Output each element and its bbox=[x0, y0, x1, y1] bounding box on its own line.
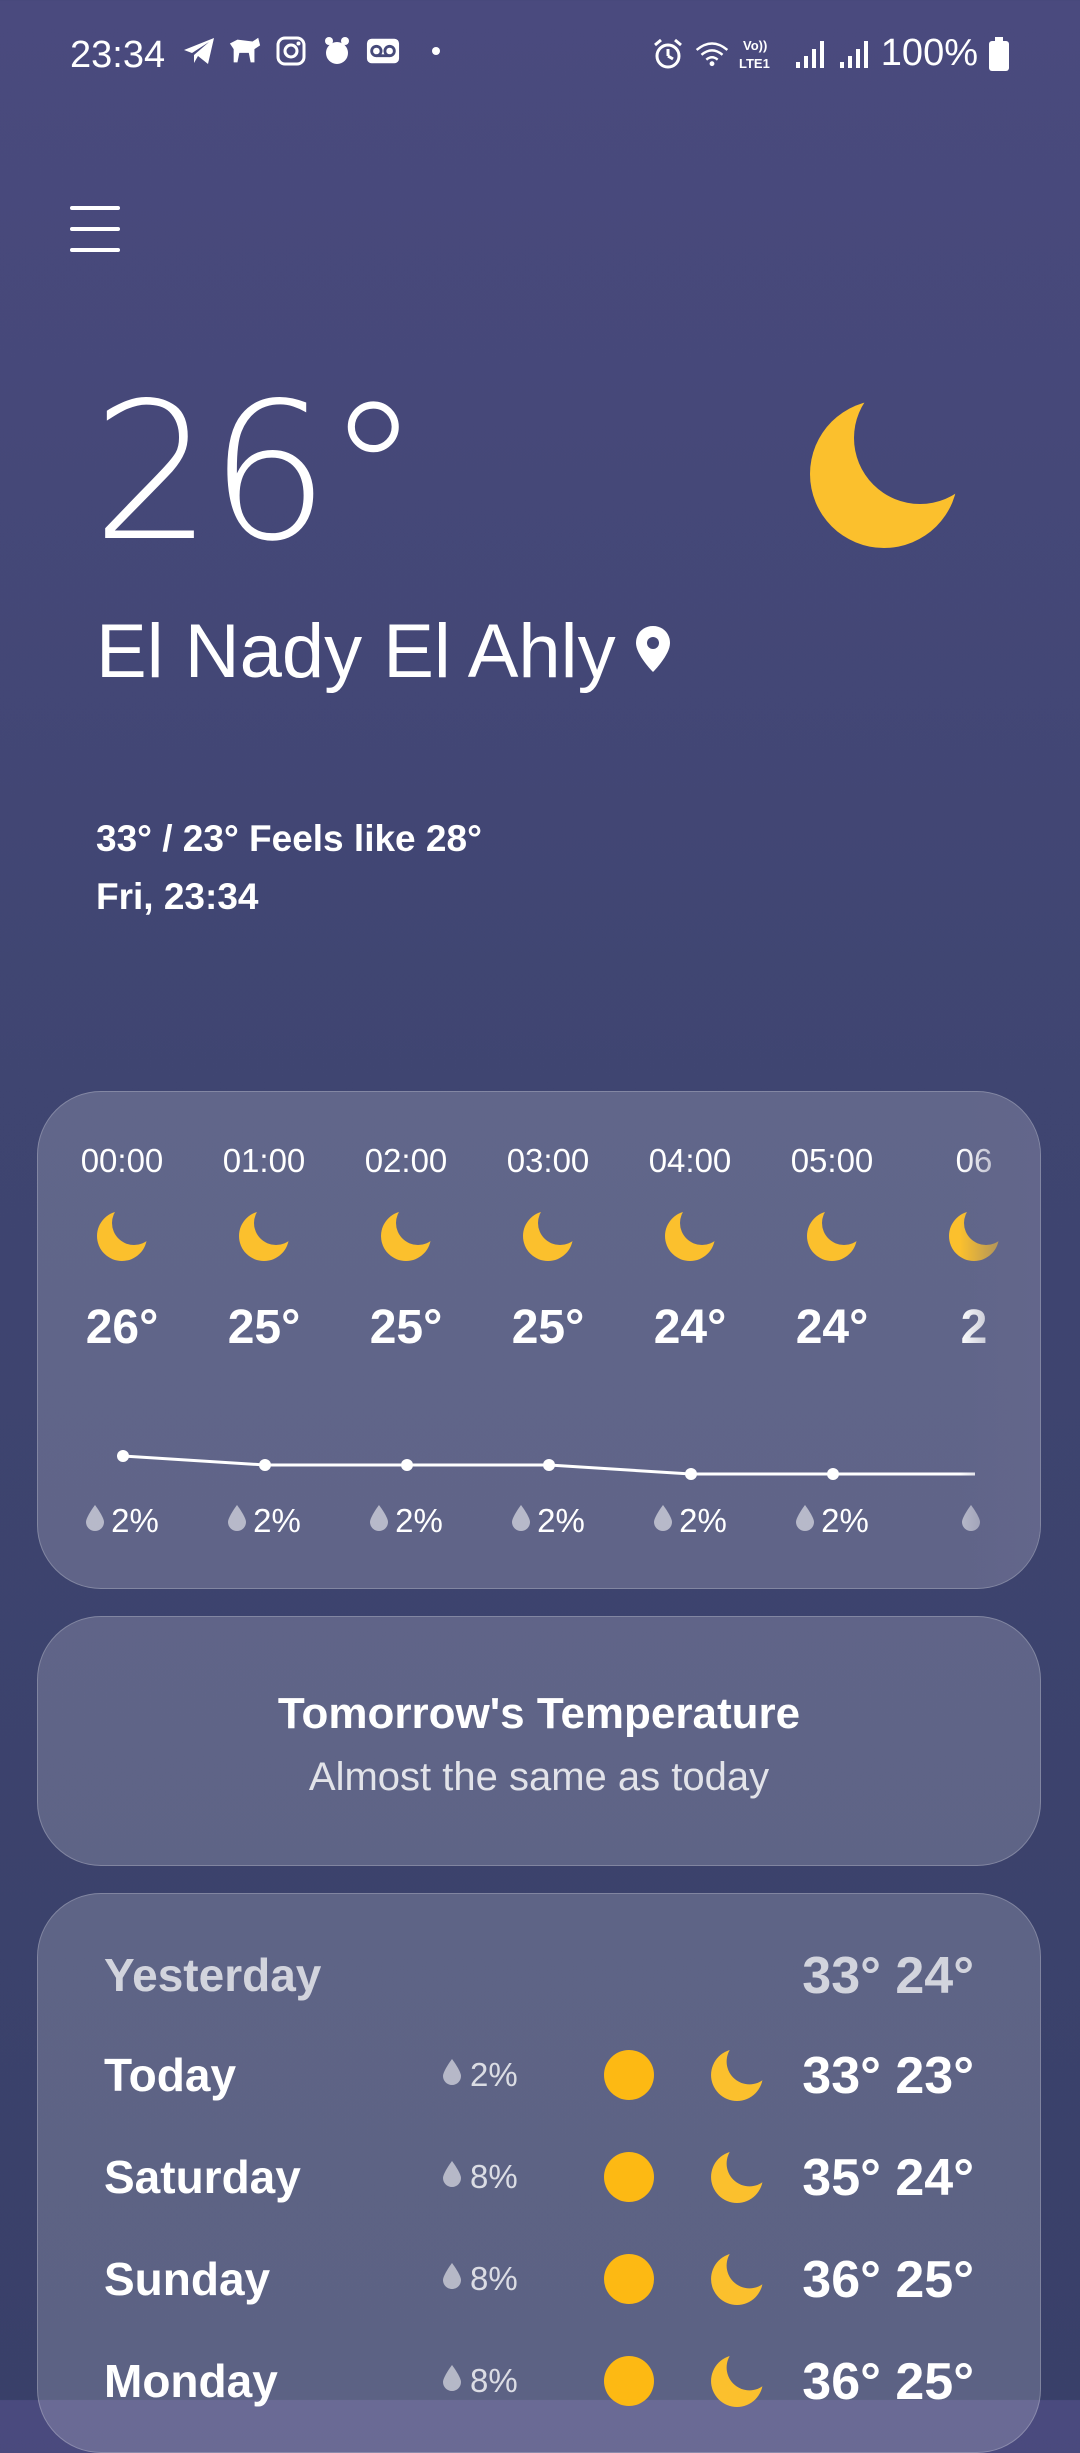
day-temps: 33° 23° bbox=[802, 2047, 974, 2105]
sun-icon bbox=[604, 2356, 654, 2406]
svg-text:LTE1: LTE1 bbox=[739, 56, 770, 71]
more-notifications-dot-icon bbox=[432, 47, 440, 55]
volte-lte1-icon: Vo)) LTE1 bbox=[739, 37, 783, 71]
day-temps: 36° 25° bbox=[802, 2251, 974, 2309]
raindrop-icon bbox=[442, 2056, 462, 2094]
day-precip: 2% bbox=[442, 2056, 518, 2094]
daily-row[interactable]: Monday 8% 36° 25° bbox=[38, 2336, 1040, 2426]
day-precip: 8% bbox=[442, 2260, 518, 2298]
day-precip: 8% bbox=[442, 2362, 518, 2400]
tomorrow-title: Tomorrow's Temperature bbox=[277, 1689, 801, 1738]
svg-text:Vo)): Vo)) bbox=[743, 38, 767, 53]
hi-lo-feels-like: 33° / 23° Feels like 28° bbox=[96, 818, 482, 859]
temperature-point bbox=[259, 1459, 271, 1471]
location-pin-icon bbox=[634, 624, 672, 679]
signal-1-icon bbox=[793, 37, 827, 71]
status-time: 23:34 bbox=[70, 34, 166, 76]
day-name: Sunday bbox=[104, 2253, 271, 2305]
temperature-point bbox=[117, 1450, 129, 1462]
daily-row-yesterday[interactable]: Yesterday 33° 24° bbox=[38, 1930, 1040, 2020]
instagram-icon bbox=[274, 34, 308, 68]
day-temps: 36° 25° bbox=[802, 2353, 974, 2411]
daily-row[interactable]: Sunday 8% 36° 25° bbox=[38, 2234, 1040, 2324]
menu-button[interactable] bbox=[70, 206, 120, 252]
location[interactable]: El Nady El Ahly bbox=[96, 608, 672, 695]
scroll-fade bbox=[960, 1092, 1040, 1588]
current-temperature: 26° bbox=[92, 362, 421, 583]
daily-forecast-card[interactable]: Yesterday 33° 24° Today 2% 33° 23° Saturday 8%… bbox=[37, 1893, 1041, 2453]
alarm-icon bbox=[651, 37, 685, 71]
daily-row[interactable]: Saturday 8% 35° 24° bbox=[38, 2132, 1040, 2222]
raindrop-icon bbox=[442, 2260, 462, 2298]
moon-icon bbox=[710, 2048, 764, 2102]
day-precip-value: 8% bbox=[470, 2158, 518, 2195]
location-name: El Nady El Ahly bbox=[96, 609, 616, 694]
day-temps: 35° 24° bbox=[802, 2149, 974, 2207]
day-precip-value: 2% bbox=[470, 2056, 518, 2093]
tomorrow-subtitle: Almost the same as today bbox=[308, 1755, 770, 1799]
sun-icon bbox=[604, 2152, 654, 2202]
day-name: Yesterday bbox=[104, 1949, 322, 2001]
hourly-temperature-graph bbox=[117, 1450, 975, 1480]
day-precip-value: 8% bbox=[470, 2362, 518, 2399]
day-precip-value: 8% bbox=[470, 2260, 518, 2297]
raindrop-icon bbox=[442, 2362, 462, 2400]
telegram-icon bbox=[182, 34, 216, 68]
sun-icon bbox=[604, 2050, 654, 2100]
signal-2-icon bbox=[837, 37, 871, 71]
status-bar: 23:34 Vo)) LTE1 100% bbox=[0, 0, 1080, 110]
bird-app-icon bbox=[320, 34, 354, 68]
temperature-point bbox=[685, 1468, 697, 1480]
tomorrow-temperature-card[interactable]: Tomorrow's Temperature Almost the same a… bbox=[37, 1616, 1041, 1866]
moon-icon bbox=[710, 2150, 764, 2204]
temperature-point bbox=[401, 1459, 413, 1471]
menu-line-icon bbox=[70, 206, 120, 210]
sun-icon bbox=[604, 2254, 654, 2304]
system-icons: Vo)) LTE1 100% bbox=[651, 32, 1010, 75]
dog-app-icon bbox=[228, 34, 262, 68]
battery-percent: 100% bbox=[880, 32, 978, 74]
voicemail-icon bbox=[366, 34, 400, 68]
current-details: 33° / 23° Feels like 28° Fri, 23:34 bbox=[96, 810, 482, 926]
temperature-point bbox=[543, 1459, 555, 1471]
menu-line-icon bbox=[70, 248, 120, 252]
day-temps: 33° 24° bbox=[802, 1947, 974, 2005]
moon-icon bbox=[808, 398, 960, 550]
day-precip: 8% bbox=[442, 2158, 518, 2196]
raindrop-icon bbox=[442, 2158, 462, 2196]
battery-icon bbox=[988, 36, 1010, 71]
daily-row[interactable]: Today 2% 33° 23° bbox=[38, 2030, 1040, 2120]
moon-icon bbox=[710, 2252, 764, 2306]
temperature-point bbox=[827, 1468, 839, 1480]
hourly-forecast-card[interactable]: 00:00 26° 2% 01:00 25° 2% 02:00 25° 2% 03:00 25° 2%… bbox=[37, 1091, 1041, 1589]
wifi-icon bbox=[695, 37, 729, 71]
current-datetime: Fri, 23:34 bbox=[96, 876, 259, 917]
day-name: Today bbox=[104, 2049, 237, 2101]
day-name: Saturday bbox=[104, 2151, 301, 2203]
menu-line-icon bbox=[70, 227, 120, 231]
notification-icons bbox=[182, 34, 440, 68]
